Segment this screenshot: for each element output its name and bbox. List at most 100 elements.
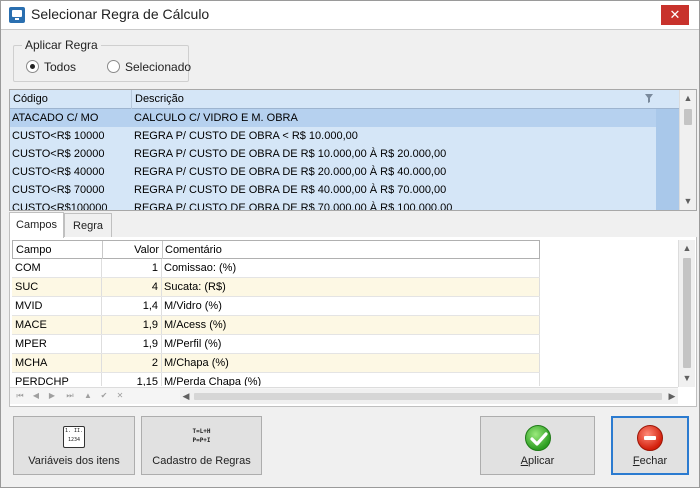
field-comment-cell: M/Chapa (%) — [162, 354, 540, 372]
rules-grid: Código Descrição ATACADO C/ MO CALCULO C… — [9, 89, 697, 211]
field-value-cell[interactable]: 1,15 — [102, 373, 162, 386]
field-value-cell[interactable]: 4 — [102, 278, 162, 296]
nav-cancel-icon[interactable]: ✕ — [114, 390, 126, 402]
aplicar-label: Aplicar — [481, 455, 594, 467]
field-comment-cell: M/Vidro (%) — [162, 297, 540, 315]
filter-icon[interactable] — [645, 94, 653, 103]
check-mark-icon — [529, 432, 548, 446]
nav-prev-icon[interactable]: ◀ — [30, 390, 42, 402]
field-comment-cell: Sucata: (R$) — [162, 278, 540, 296]
radio-selecionado-label[interactable]: Selecionado — [125, 60, 191, 74]
nav-next-icon[interactable]: ▶ — [46, 390, 58, 402]
rule-row[interactable]: ATACADO C/ MO CALCULO C/ VIDRO E M. OBRA — [10, 109, 656, 127]
field-row[interactable]: SUC 4 Sucata: (R$) — [12, 278, 540, 297]
variaveis-itens-label: Variáveis dos itens — [28, 455, 120, 467]
field-comment-cell: M/Perfil (%) — [162, 335, 540, 353]
field-row[interactable]: COM 1 Comissao: (%) — [12, 259, 540, 278]
app-monitor-icon — [9, 7, 25, 23]
record-navigator: ⏮ ◀ ▶ ⏭ ▲ ✔ ✕ ◀ ▶ — [10, 387, 678, 404]
stop-icon — [637, 425, 663, 451]
formula-icon-line: P=P+I — [192, 437, 211, 444]
scroll-down-icon[interactable]: ▼ — [679, 370, 695, 386]
field-name-cell: SUC — [12, 278, 102, 296]
scroll-thumb[interactable] — [684, 109, 692, 125]
field-row[interactable]: MPER 1,9 M/Perfil (%) — [12, 335, 540, 354]
scroll-thumb[interactable] — [683, 258, 691, 368]
field-name-cell: MACE — [12, 316, 102, 334]
variaveis-itens-button[interactable]: 1. II. 1234 Variáveis dos itens — [13, 416, 135, 475]
check-icon — [524, 425, 551, 451]
column-header-comentario[interactable]: Comentário — [163, 241, 540, 259]
fields-grid: Campo Valor Comentário COM 1 Comissao: (… — [12, 240, 540, 386]
fechar-button[interactable]: Fechar — [611, 416, 689, 475]
rule-code-cell: CUSTO<R$ 40000 — [12, 166, 105, 178]
field-row[interactable]: MCHA 2 M/Chapa (%) — [12, 354, 540, 373]
rule-code-cell: CUSTO<R$ 10000 — [12, 130, 105, 142]
aplicar-button[interactable]: Aplicar — [480, 416, 595, 475]
fechar-label: Fechar — [612, 455, 688, 467]
rule-row[interactable]: CUSTO<R$ 70000 REGRA P/ CUSTO DE OBRA DE… — [10, 181, 656, 199]
scroll-left-icon[interactable]: ◀ — [180, 389, 192, 404]
fields-grid-hscrollbar[interactable]: ◀ ▶ — [180, 389, 678, 404]
rule-description-cell: CALCULO C/ VIDRO E M. OBRA — [134, 112, 298, 124]
field-row[interactable]: MACE 1,9 M/Acess (%) — [12, 316, 540, 335]
title-bar: Selecionar Regra de Cálculo ✕ — [1, 1, 699, 29]
hscroll-thumb[interactable] — [194, 393, 662, 400]
fields-grid-header: Campo Valor Comentário — [12, 240, 540, 259]
tab-campos[interactable]: Campos — [9, 212, 64, 238]
field-row[interactable]: PERDCHP 1,15 M/Perda Chapa (%) — [12, 373, 540, 386]
column-header-campo[interactable]: Campo — [13, 241, 103, 259]
fechar-accelerator: F — [632, 455, 640, 467]
rules-grid-empty-area — [656, 109, 679, 210]
dialog-window: Selecionar Regra de Cálculo ✕ Aplicar Re… — [0, 0, 700, 488]
field-name-cell: PERDCHP — [12, 373, 102, 386]
column-header-valor[interactable]: Valor — [103, 241, 163, 259]
calculator-icon: 1. II. 1234 — [63, 426, 85, 448]
field-value-cell[interactable]: 1,4 — [102, 297, 162, 315]
scroll-up-icon[interactable]: ▲ — [680, 90, 696, 106]
cadastro-regras-label: Cadastro de Regras — [152, 455, 251, 467]
field-name-cell: MPER — [12, 335, 102, 353]
calculator-icon-line: 1234 — [67, 437, 81, 443]
field-name-cell: MVID — [12, 297, 102, 315]
rule-row[interactable]: CUSTO<R$ 10000 REGRA P/ CUSTO DE OBRA < … — [10, 127, 656, 145]
nav-last-icon[interactable]: ⏭ — [64, 390, 76, 402]
fields-panel: Campo Valor Comentário COM 1 Comissao: (… — [9, 237, 697, 407]
nav-first-icon[interactable]: ⏮ — [14, 390, 26, 402]
scroll-right-icon[interactable]: ▶ — [666, 389, 678, 404]
rule-code-cell: CUSTO<R$ 70000 — [12, 184, 105, 196]
rule-description-cell: REGRA P/ CUSTO DE OBRA DE R$ 10.000,00 À… — [134, 148, 447, 160]
radio-todos[interactable] — [26, 60, 39, 73]
calculator-icon-line: 1. II. — [64, 428, 84, 434]
close-button[interactable]: ✕ — [661, 5, 689, 25]
window-title: Selecionar Regra de Cálculo — [31, 6, 210, 22]
rule-row[interactable]: CUSTO<R$100000 REGRA P/ CUSTO DE OBRA DE… — [10, 199, 656, 210]
field-value-cell[interactable]: 1,9 — [102, 335, 162, 353]
column-header-codigo[interactable]: Código — [10, 90, 132, 109]
nav-up-icon[interactable]: ▲ — [82, 390, 94, 402]
scroll-down-icon[interactable]: ▼ — [680, 193, 696, 209]
apply-rule-legend: Aplicar Regra — [22, 38, 101, 52]
aplicar-label-rest: plicar — [528, 455, 555, 467]
formula-icon-line: T=L+H — [192, 428, 211, 435]
tab-regra[interactable]: Regra — [64, 213, 112, 238]
scroll-up-icon[interactable]: ▲ — [679, 240, 695, 256]
rules-grid-scrollbar[interactable]: ▲ ▼ — [679, 90, 696, 210]
field-row[interactable]: MVID 1,4 M/Vidro (%) — [12, 297, 540, 316]
fields-grid-scrollbar[interactable]: ▲ ▼ — [678, 240, 695, 387]
rules-grid-header: Código Descrição — [10, 90, 679, 109]
field-value-cell[interactable]: 2 — [102, 354, 162, 372]
field-value-cell[interactable]: 1,9 — [102, 316, 162, 334]
rule-row[interactable]: CUSTO<R$ 20000 REGRA P/ CUSTO DE OBRA DE… — [10, 145, 656, 163]
rule-code-cell: CUSTO<R$ 20000 — [12, 148, 105, 160]
radio-selecionado[interactable] — [107, 60, 120, 73]
rule-row[interactable]: CUSTO<R$ 40000 REGRA P/ CUSTO DE OBRA DE… — [10, 163, 656, 181]
formula-icon: T=L+H P=P+I — [187, 427, 217, 445]
nav-confirm-icon[interactable]: ✔ — [98, 390, 110, 402]
radio-todos-label[interactable]: Todos — [44, 60, 76, 74]
title-divider — [1, 29, 699, 30]
cadastro-regras-button[interactable]: T=L+H P=P+I Cadastro de Regras — [141, 416, 262, 475]
column-header-descricao[interactable]: Descrição — [132, 90, 679, 109]
rule-description-cell: REGRA P/ CUSTO DE OBRA < R$ 10.000,00 — [134, 130, 358, 142]
field-value-cell[interactable]: 1 — [102, 259, 162, 277]
